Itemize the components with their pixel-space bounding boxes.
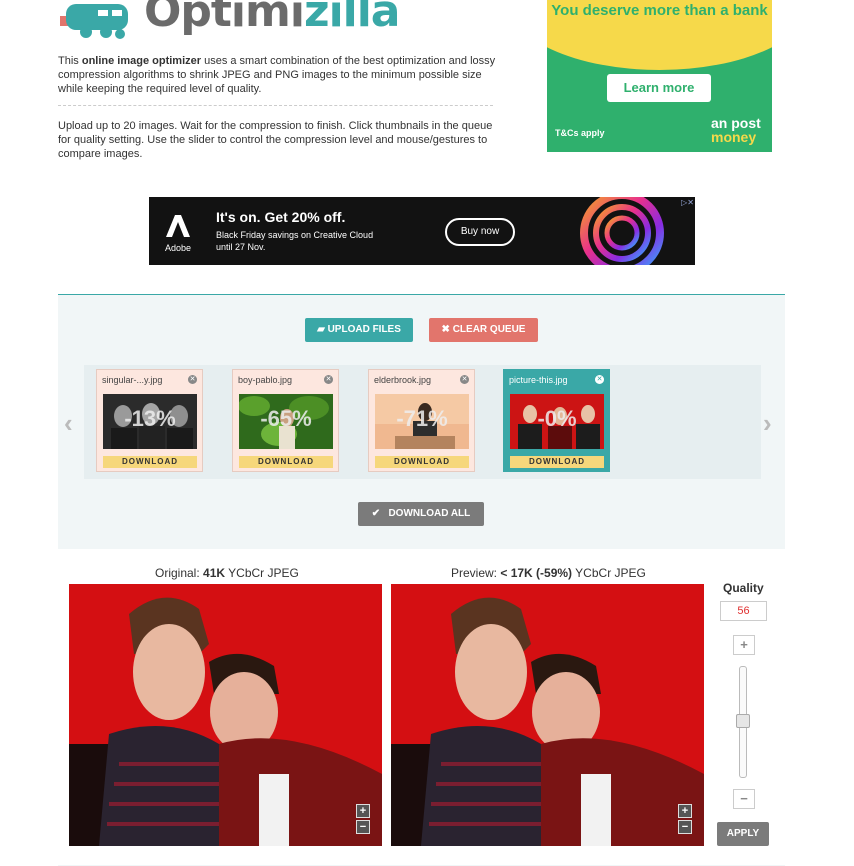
preview-caption: Preview: < 17K (-59%) YCbCr JPEG	[451, 566, 646, 580]
close-icon: ✖	[441, 324, 453, 335]
download-button[interactable]: DOWNLOAD	[103, 456, 197, 468]
file-name: singular-...y.jpg	[102, 375, 163, 385]
apply-button[interactable]: APPLY	[717, 822, 769, 846]
queue-item[interactable]: elderbrook.jpg ✕ -71% DOWNLOAD	[368, 369, 475, 472]
ad-adobe[interactable]: Adobe It's on. Get 20% off. Black Friday…	[149, 197, 695, 265]
intro-text: This online image optimizer uses a smart…	[58, 55, 496, 95]
zoom-in-button[interactable]: +	[356, 804, 370, 818]
queue-prev-arrow-icon[interactable]: ‹	[64, 408, 73, 439]
quality-input[interactable]: 56	[720, 601, 767, 621]
instructions-text: Upload up to 20 images. Wait for the com…	[58, 120, 493, 160]
ad-brand-logo: an post money	[711, 115, 761, 145]
original-caption: Original: 41K YCbCr JPEG	[155, 566, 299, 580]
ad-anpost[interactable]: You deserve more than a bank Learn more …	[547, 0, 772, 152]
logo-monster-icon	[60, 4, 128, 39]
ad-subtitle: Black Friday savings on Creative Cloud un…	[216, 230, 374, 252]
original-image[interactable]	[69, 584, 382, 846]
divider	[58, 105, 493, 106]
queue-item[interactable]: boy-pablo.jpg ✕ -65% DOWNLOAD	[232, 369, 339, 472]
ad-title: It's on. Get 20% off.	[216, 209, 346, 225]
preview-image[interactable]	[391, 584, 704, 846]
creative-cloud-icon	[580, 197, 664, 265]
ad-headline: You deserve more than a bank	[551, 2, 768, 19]
quality-decrease-button[interactable]: −	[733, 789, 755, 809]
clear-queue-button[interactable]: ✖ CLEAR QUEUE	[429, 318, 538, 342]
savings-label: -71%	[396, 406, 448, 431]
adobe-brand-text: Adobe	[165, 243, 191, 253]
queue-item[interactable]: singular-...y.jpg ✕ -13% DOWNLOAD	[96, 369, 203, 472]
photo-illustration	[69, 584, 382, 846]
remove-icon[interactable]: ✕	[460, 375, 469, 384]
queue-next-arrow-icon[interactable]: ›	[763, 408, 772, 439]
download-button[interactable]: DOWNLOAD	[510, 456, 604, 468]
upload-files-button[interactable]: ▰ UPLOAD FILES	[305, 318, 413, 342]
ad-learn-more-button[interactable]: Learn more	[607, 74, 711, 102]
download-button[interactable]: DOWNLOAD	[239, 456, 333, 468]
remove-icon[interactable]: ✕	[188, 375, 197, 384]
adobe-logo-icon: Adobe	[165, 215, 191, 253]
remove-icon[interactable]: ✕	[595, 375, 604, 384]
ad-terms: T&Cs apply	[555, 128, 605, 138]
zoom-out-button[interactable]: −	[356, 820, 370, 834]
remove-icon[interactable]: ✕	[324, 375, 333, 384]
photo-illustration	[391, 584, 704, 846]
file-name: boy-pablo.jpg	[238, 375, 293, 385]
queue-item-active[interactable]: picture-this.jpg ✕ -0% DOWNLOAD	[503, 369, 610, 472]
zoom-in-button[interactable]: +	[678, 804, 692, 818]
check-icon: ✔	[371, 508, 383, 519]
file-name: picture-this.jpg	[509, 375, 568, 385]
site-logo[interactable]: Optimizilla	[58, 0, 400, 40]
quality-slider-handle[interactable]	[736, 714, 750, 728]
savings-label: -65%	[260, 406, 312, 431]
savings-label: -0%	[537, 406, 577, 431]
ad-choices-icon[interactable]: ▷✕	[672, 198, 694, 208]
folder-icon: ▰	[317, 324, 328, 335]
ad-buy-now-button[interactable]: Buy now	[445, 218, 515, 246]
intro-highlight: online image optimizer	[81, 55, 202, 67]
file-name: elderbrook.jpg	[374, 375, 432, 385]
quality-increase-button[interactable]: +	[733, 635, 755, 655]
zoom-out-button[interactable]: −	[678, 820, 692, 834]
savings-label: -13%	[124, 406, 176, 431]
download-button[interactable]: DOWNLOAD	[375, 456, 469, 468]
download-all-button[interactable]: ✔ DOWNLOAD ALL	[358, 502, 484, 526]
logo-text: Optimizilla	[144, 0, 400, 37]
quality-label: Quality	[723, 581, 764, 595]
